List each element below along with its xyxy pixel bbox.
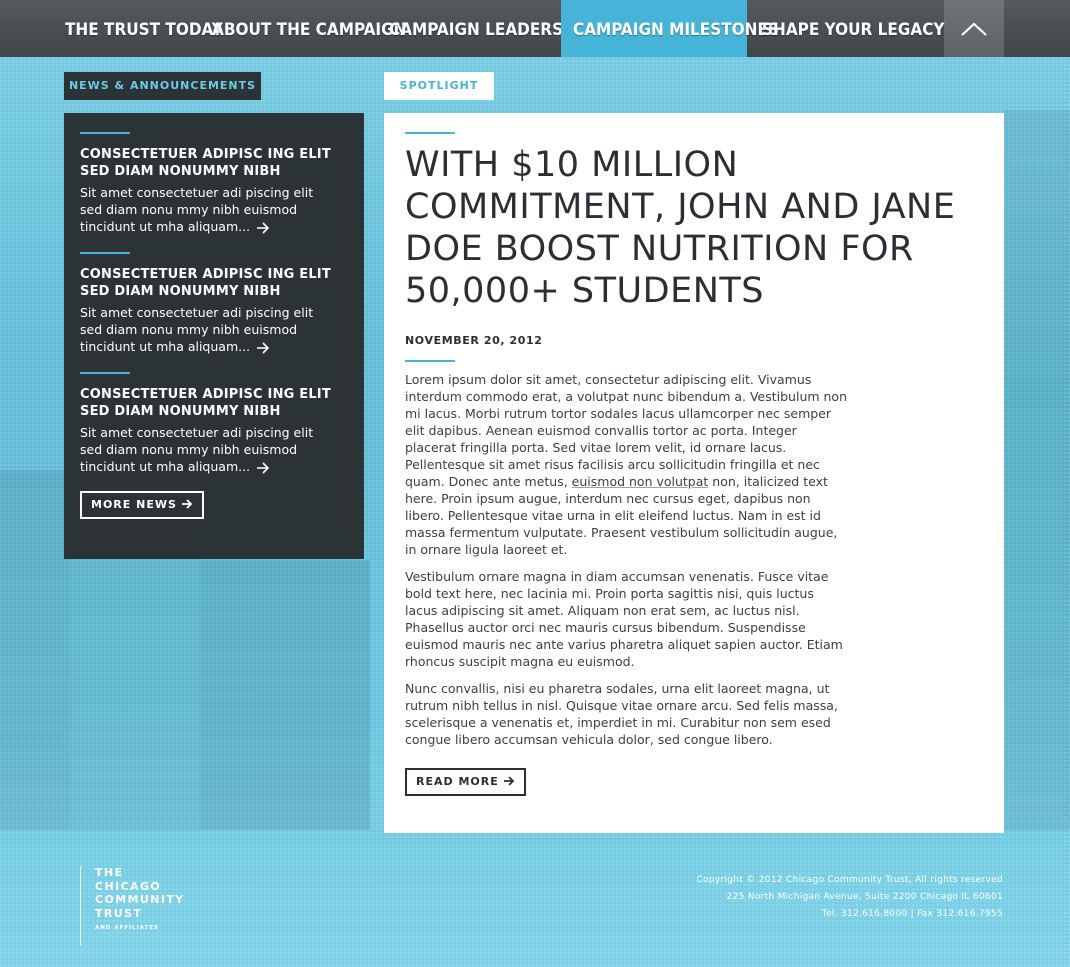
news-panel: CONSECTETUER ADIPISC ING ELIT SED DIAM N… xyxy=(64,113,364,559)
logo-text: COMMUNITY xyxy=(95,893,185,906)
arrow-right-icon[interactable] xyxy=(256,221,270,234)
divider xyxy=(80,132,130,134)
skyline-building xyxy=(0,470,70,830)
news-item-excerpt-text: Sit amet consectetuer adi piscing elit s… xyxy=(80,305,314,354)
news-item-excerpt: Sit amet consectetuer adi piscing elit s… xyxy=(80,424,330,475)
news-item[interactable]: CONSECTETUER ADIPISC ING ELIT SED DIAM N… xyxy=(80,252,348,372)
spotlight-tab[interactable]: SPOTLIGHT xyxy=(384,72,494,100)
more-news-button[interactable]: MORE NEWS xyxy=(80,491,204,519)
news-item[interactable]: CONSECTETUER ADIPISC ING ELIT SED DIAM N… xyxy=(80,372,348,492)
read-more-label: READ MORE xyxy=(416,775,499,788)
article-date: NOVEMBER 20, 2012 xyxy=(405,334,543,347)
more-news-label: MORE NEWS xyxy=(91,498,177,511)
divider xyxy=(80,372,130,374)
skyline-building xyxy=(200,560,370,830)
news-item-excerpt: Sit amet consectetuer adi piscing elit s… xyxy=(80,304,330,355)
skyline-building xyxy=(70,540,200,830)
skyline-building xyxy=(1004,110,1070,830)
divider xyxy=(80,252,130,254)
article-paragraph: Lorem ipsum dolor sit amet, consectetur … xyxy=(405,371,847,558)
article-paragraph: Nunc convallis, nisi eu pharetra sodales… xyxy=(405,681,838,747)
logo-text: TRUST xyxy=(95,906,143,920)
arrow-right-icon xyxy=(181,499,193,509)
nav-item-campaign-milestones[interactable]: CAMPAIGN MILESTONES xyxy=(561,0,779,57)
chicago-community-trust-logo[interactable]: THE CHICAGO COMMUNITY TRUST AND AFFILIAT… xyxy=(80,866,210,946)
arrow-right-icon[interactable] xyxy=(256,461,270,474)
arrow-right-icon xyxy=(503,776,514,786)
news-item-title[interactable]: CONSECTETUER ADIPISC ING ELIT SED DIAM N… xyxy=(80,386,348,420)
news-item-title[interactable]: CONSECTETUER ADIPISC ING ELIT SED DIAM N… xyxy=(80,146,348,180)
news-item-excerpt-text: Sit amet consectetuer adi piscing elit s… xyxy=(80,185,314,234)
logo-subtext: AND AFFILIATES xyxy=(95,925,160,931)
logo-text: CHICAGO xyxy=(95,879,162,893)
article-text: Lorem ipsum dolor sit amet, consectetur … xyxy=(405,372,848,489)
news-item-excerpt-text: Sit amet consectetuer adi piscing elit s… xyxy=(80,425,314,474)
nav-item-shape-legacy[interactable]: SHAPE YOUR LEGACY xyxy=(750,0,957,57)
read-more-button[interactable]: READ MORE xyxy=(405,768,526,796)
spotlight-article: WITH $10 MILLION COMMITMENT, JOHN AND JA… xyxy=(384,113,1004,833)
copyright-text: Copyright © 2012 Chicago Community Trust… xyxy=(696,875,1003,885)
arrow-right-icon[interactable] xyxy=(256,341,270,354)
article-paragraph: Vestibulum ornare magna in diam accumsan… xyxy=(405,569,843,669)
news-item-excerpt: Sit amet consectetuer adi piscing elit s… xyxy=(80,184,330,235)
news-item-title[interactable]: CONSECTETUER ADIPISC ING ELIT SED DIAM N… xyxy=(80,266,348,300)
footer-info: Copyright © 2012 Chicago Community Trust… xyxy=(696,872,1003,923)
news-tab[interactable]: NEWS & ANNOUNCEMENTS xyxy=(64,72,261,100)
divider xyxy=(405,360,455,362)
address-text: 225 North Michigan Avenue, Suite 2200 Ch… xyxy=(726,892,1003,902)
chevron-up-icon xyxy=(961,22,987,36)
article-inline-link[interactable]: euismod non volutpat xyxy=(572,474,709,489)
phone-text: Tel. 312.616.8000 | Fax 312.616.7955 xyxy=(821,909,1003,919)
top-nav: THE TRUST TODAY ABOUT THE CAMPAIGN CAMPA… xyxy=(0,0,1070,57)
article-headline: WITH $10 MILLION COMMITMENT, JOHN AND JA… xyxy=(405,145,956,311)
news-item[interactable]: CONSECTETUER ADIPISC ING ELIT SED DIAM N… xyxy=(80,132,348,252)
divider xyxy=(405,132,455,134)
logo-text: THE xyxy=(95,866,124,879)
scroll-top-button[interactable] xyxy=(944,0,1004,57)
